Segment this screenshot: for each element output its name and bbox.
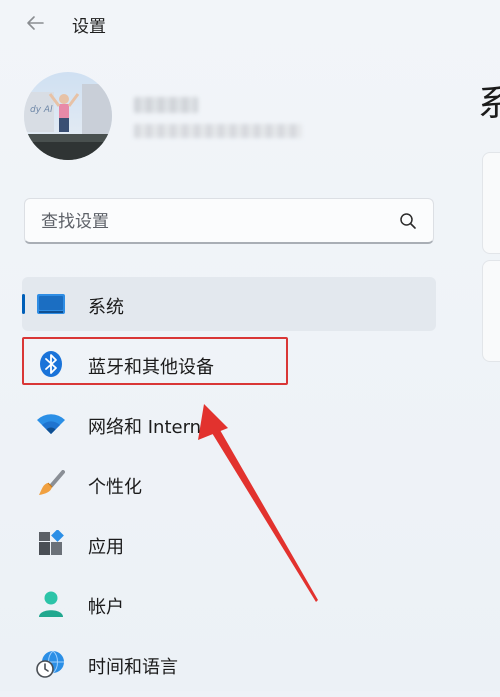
sidebar-item-time-language[interactable]: 时间和语言 xyxy=(22,637,436,691)
sidebar-item-personalization[interactable]: 个性化 xyxy=(22,457,436,511)
sidebar-item-label: 应用 xyxy=(88,537,124,558)
sidebar-item-label: 个性化 xyxy=(88,477,142,498)
user-email-redacted xyxy=(134,124,302,138)
content-card[interactable] xyxy=(482,152,500,254)
search-box[interactable] xyxy=(24,198,434,244)
sidebar-item-network[interactable]: 网络和 Internet xyxy=(22,397,436,451)
avatar[interactable]: dy Al xyxy=(24,72,112,160)
app-title: 设置 xyxy=(72,17,106,37)
user-name-redacted xyxy=(134,97,198,113)
apps-icon xyxy=(36,530,66,558)
sidebar-item-label: 系统 xyxy=(88,297,124,318)
back-button[interactable] xyxy=(18,8,52,38)
wifi-icon xyxy=(36,410,66,438)
content-card[interactable] xyxy=(482,260,500,362)
search-input[interactable] xyxy=(39,206,383,238)
system-monitor-icon xyxy=(36,290,66,318)
search-icon[interactable] xyxy=(399,212,417,230)
sidebar-item-label: 网络和 Internet xyxy=(88,417,220,438)
back-arrow-icon xyxy=(27,16,44,30)
page-title: 系 xyxy=(478,83,500,124)
sidebar-item-label: 时间和语言 xyxy=(88,657,178,678)
sidebar-item-system[interactable]: 系统 xyxy=(22,277,436,331)
time-language-icon xyxy=(36,650,66,678)
sidebar-item-label: 帐户 xyxy=(88,597,124,618)
selection-indicator xyxy=(22,294,25,314)
sidebar-item-accounts[interactable]: 帐户 xyxy=(22,577,436,631)
account-icon xyxy=(36,590,66,618)
sidebar-item-apps[interactable]: 应用 xyxy=(22,517,436,571)
paintbrush-icon xyxy=(36,470,66,498)
svg-text:dy Al: dy Al xyxy=(30,105,53,115)
annotation-highlight-box xyxy=(22,337,288,385)
